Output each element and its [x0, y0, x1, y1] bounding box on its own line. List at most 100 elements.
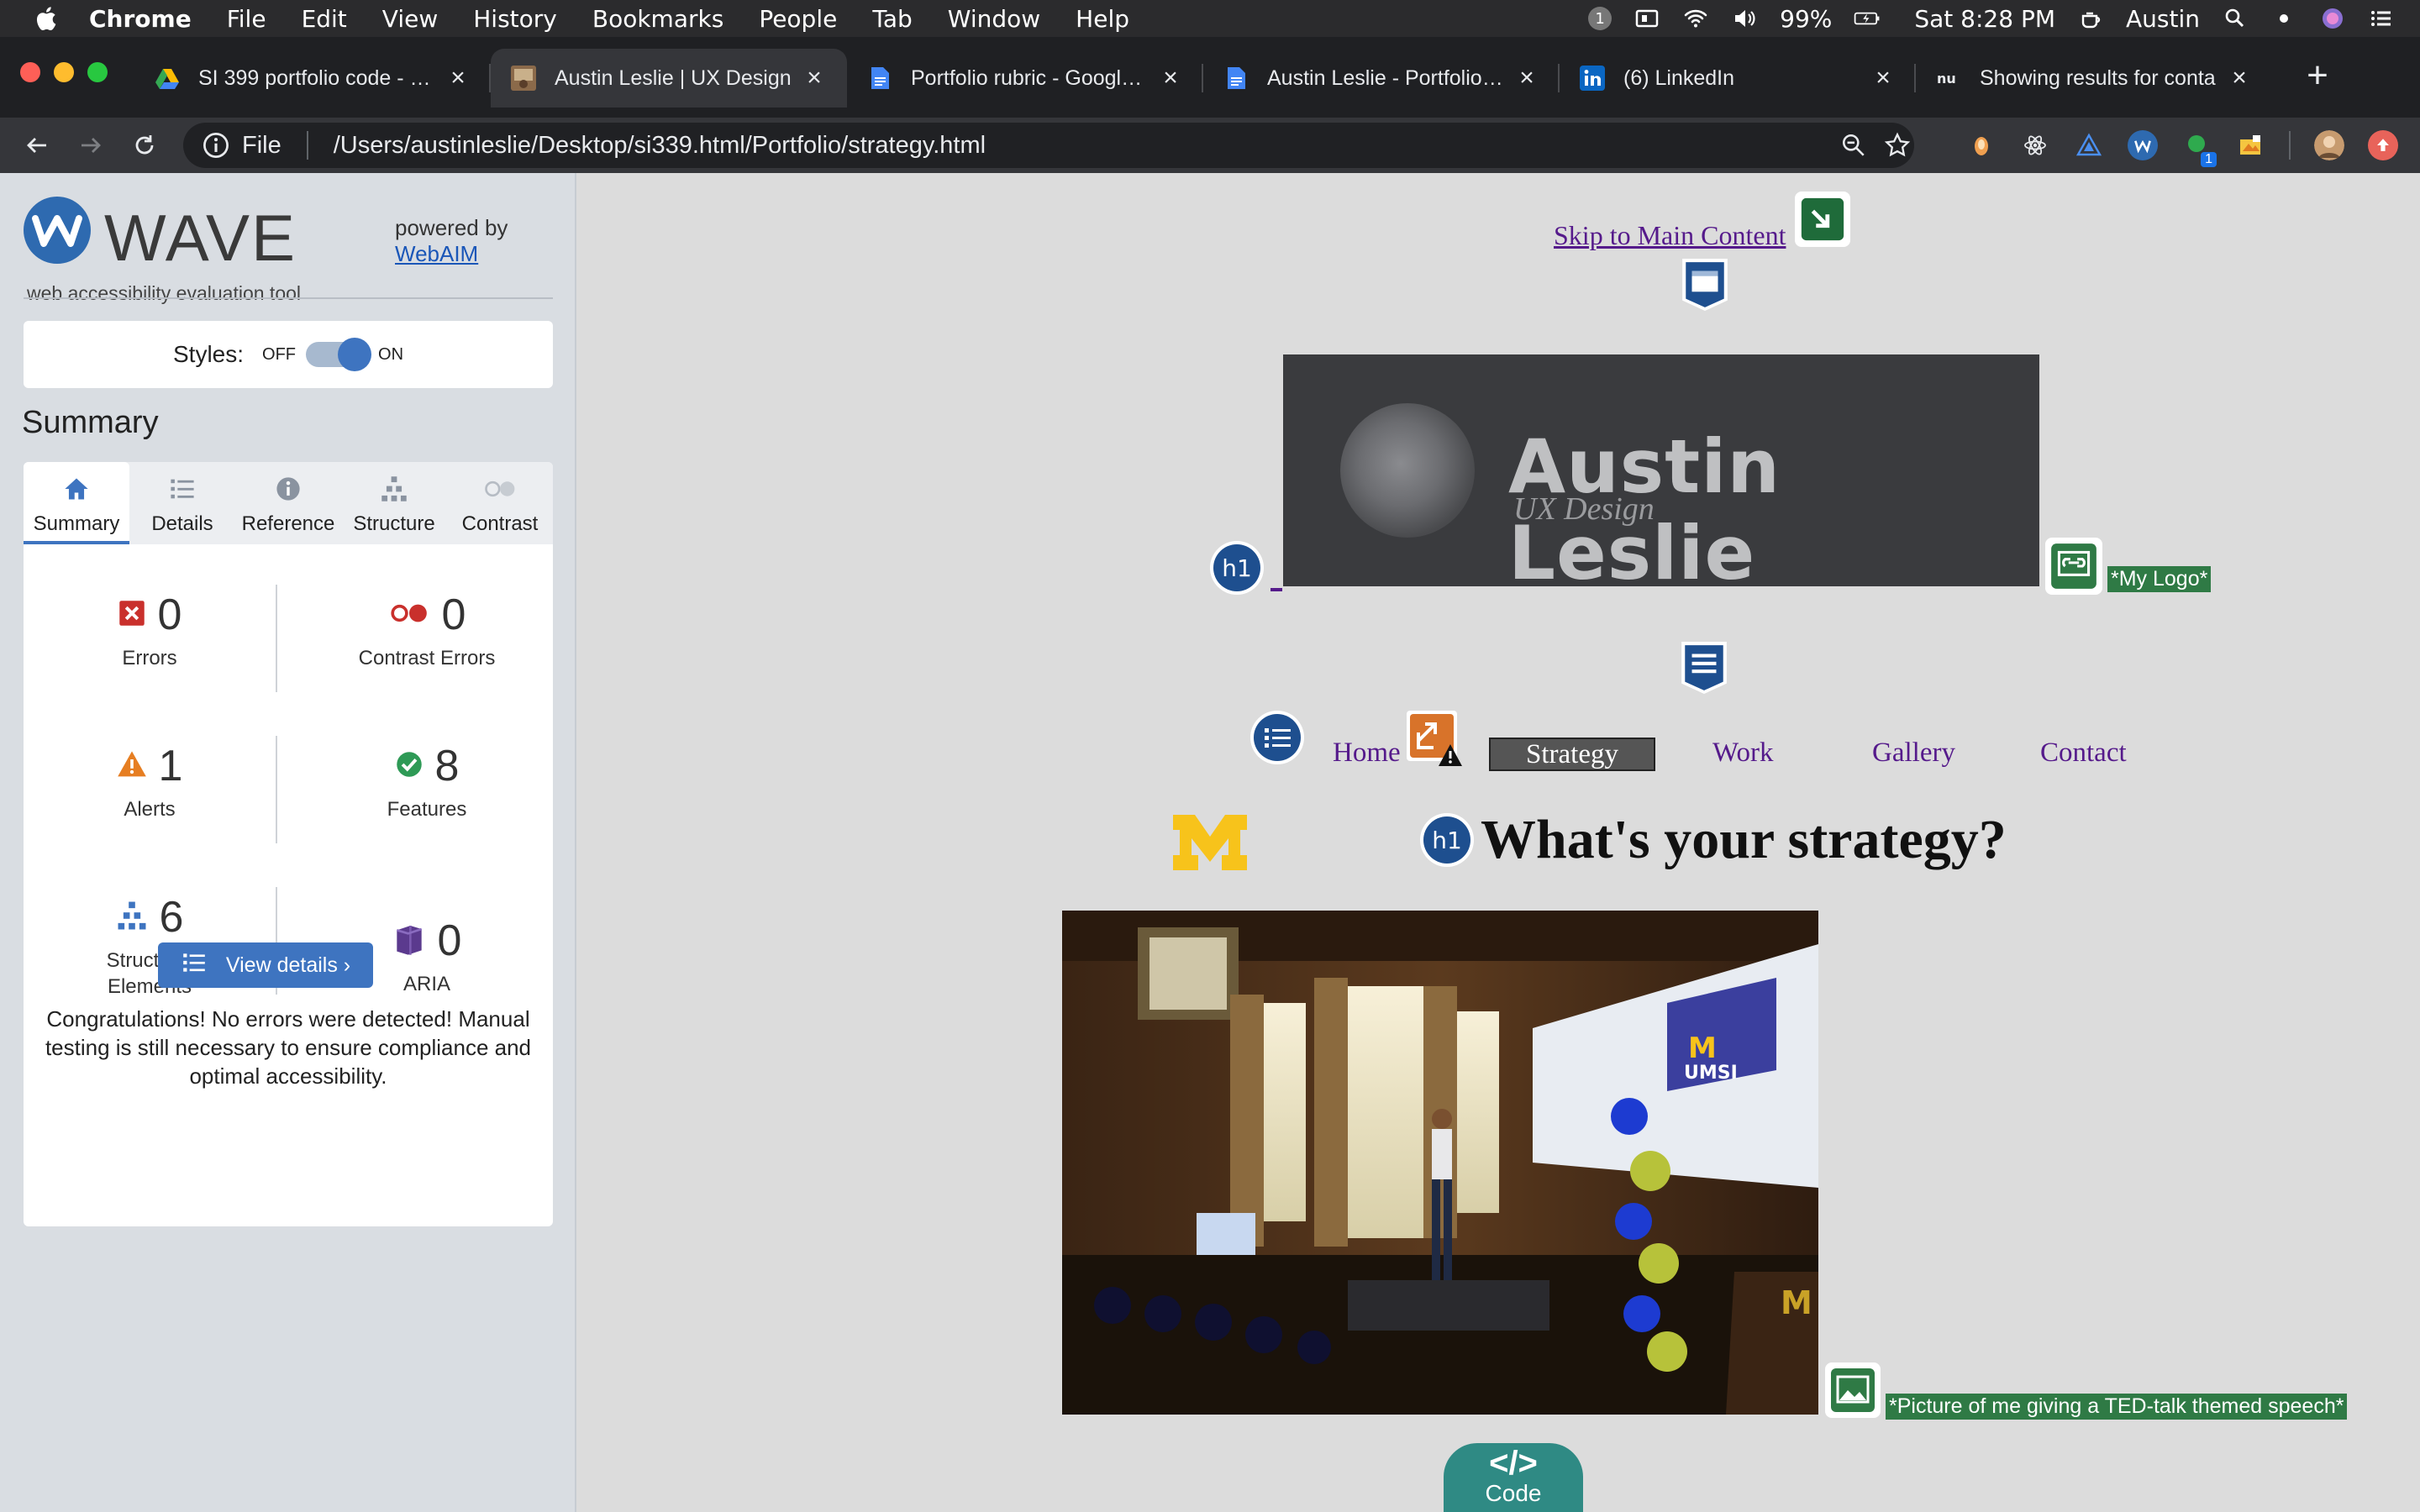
spotlight-search-icon[interactable] — [2222, 5, 2249, 32]
menu-view[interactable]: View — [382, 5, 438, 33]
address-bar[interactable]: File /Users/austinleslie/Desktop/si339.h… — [183, 123, 1914, 168]
structure-icon — [116, 900, 148, 936]
menu-people[interactable]: People — [759, 5, 837, 33]
menu-help[interactable]: Help — [1076, 5, 1129, 33]
wave-h1-icon[interactable]: h1 — [1418, 811, 1476, 869]
back-button[interactable] — [13, 122, 60, 169]
code-label: Code — [1485, 1480, 1542, 1506]
search-results-icon: nu — [1936, 66, 1961, 91]
extension-triangle-icon[interactable] — [2074, 130, 2104, 160]
apple-icon[interactable] — [34, 5, 57, 32]
siri-icon[interactable] — [2319, 5, 2346, 32]
close-tab-icon[interactable]: × — [1870, 64, 1896, 92]
wave-unordered-list-icon[interactable] — [1249, 709, 1306, 766]
battery-percent: 99% — [1780, 4, 1833, 33]
tab-austin-leslie-ux-design[interactable]: Austin Leslie | UX Design × — [491, 49, 847, 108]
nav-link-strategy-current[interactable]: Strategy — [1489, 738, 1655, 771]
wave-extension-icon[interactable] — [2128, 130, 2158, 160]
wave-sidebar: WAVE web accessibility evaluation tool p… — [0, 173, 576, 1512]
menu-bookmarks[interactable]: Bookmarks — [592, 5, 723, 33]
tab-portfolio-doc[interactable]: Austin Leslie - Portfolio do × — [1203, 49, 1560, 108]
new-tab-button[interactable]: + — [2294, 52, 2341, 99]
view-details-button[interactable]: View details › — [158, 942, 373, 988]
status-dot-icon[interactable] — [2270, 5, 2297, 32]
menu-file[interactable]: File — [227, 5, 266, 33]
tab-reference[interactable]: Reference — [235, 462, 341, 544]
styles-toggle[interactable] — [306, 338, 372, 371]
nav-link-home[interactable]: Home — [1333, 738, 1401, 769]
close-tab-icon[interactable]: × — [2227, 64, 2252, 92]
close-tab-icon[interactable]: × — [445, 64, 471, 92]
close-tab-icon[interactable]: × — [802, 64, 827, 92]
teapot-user-icon[interactable] — [2077, 5, 2104, 32]
menu-history[interactable]: History — [473, 5, 557, 33]
styles-label: Styles: — [172, 341, 245, 367]
menu-tab[interactable]: Tab — [872, 5, 912, 33]
nav-link-contact[interactable]: Contact — [2040, 738, 2127, 769]
contrast-errors-stat[interactable]: 0 Contrast Errors — [301, 590, 553, 671]
forward-button[interactable] — [67, 122, 114, 169]
bookmark-star-icon[interactable] — [1884, 132, 1911, 159]
extension-react-icon[interactable] — [2020, 130, 2050, 160]
features-stat[interactable]: 8 Features — [301, 741, 553, 822]
tab-portfolio-rubric[interactable]: Portfolio rubric - Google D × — [847, 49, 1203, 108]
menu-window[interactable]: Window — [948, 5, 1040, 33]
wave-code-toggle-button[interactable]: </> Code — [1444, 1443, 1583, 1512]
page-favicon-icon — [511, 66, 536, 91]
wave-tagline: web accessibility evaluation tool — [27, 282, 302, 304]
webaim-link[interactable]: WebAIM — [395, 241, 508, 267]
tab-search-results[interactable]: nu Showing results for conta × — [1916, 49, 2272, 108]
errors-stat[interactable]: 0 Errors — [24, 590, 276, 671]
wave-skip-link-icon[interactable] — [1795, 192, 1850, 247]
wave-h1-icon[interactable]: h1 — [1208, 539, 1265, 596]
close-window-button[interactable] — [20, 62, 40, 82]
skip-to-main-link[interactable]: Skip to Main Content — [1554, 220, 1786, 251]
aria-cube-icon — [392, 922, 426, 960]
close-tab-icon[interactable]: × — [1158, 64, 1183, 92]
wave-logo-icon — [24, 197, 91, 264]
wave-redundant-link-alert-icon[interactable] — [1403, 707, 1465, 769]
extension-shapes-icon[interactable] — [2235, 130, 2265, 160]
menubar-clock[interactable]: Sat 8:28 PM — [1914, 5, 2055, 33]
zoom-window-button[interactable] — [87, 62, 108, 82]
tab-contrast[interactable]: Contrast — [447, 462, 553, 544]
extension-orange-icon[interactable] — [1966, 130, 1996, 160]
notification-count-badge[interactable]: 1 — [1588, 7, 1612, 30]
reload-button[interactable] — [121, 122, 168, 169]
site-info-icon[interactable] — [202, 131, 230, 160]
menu-app-chrome[interactable]: Chrome — [89, 5, 192, 33]
volume-icon[interactable] — [1731, 5, 1758, 32]
tab-linkedin[interactable]: (6) LinkedIn × — [1560, 49, 1916, 108]
wave-image-alt-icon[interactable] — [1825, 1362, 1881, 1418]
google-docs-icon — [867, 66, 892, 91]
extension-green-icon[interactable]: 1 — [2181, 130, 2217, 167]
tab-si399-portfolio-code[interactable]: SI 399 portfolio code - Go × — [134, 49, 491, 108]
wave-nav-region-icon[interactable] — [1676, 637, 1733, 697]
battery-charging-icon[interactable] — [1854, 5, 1881, 32]
speech-photo[interactable]: M UMSI M — [1062, 911, 1818, 1415]
chrome-update-icon[interactable] — [2368, 130, 2398, 160]
styles-on-label: ON — [378, 344, 404, 364]
url-text[interactable]: /Users/austinleslie/Desktop/si339.html/P… — [334, 132, 986, 160]
nav-link-work[interactable]: Work — [1712, 738, 1774, 769]
menubar-user-name[interactable]: Austin — [2126, 5, 2200, 33]
site-logo-image[interactable]: Austin Leslie UX Design — [1283, 354, 2039, 586]
nav-link-gallery[interactable]: Gallery — [1872, 738, 1955, 769]
alerts-stat[interactable]: 1 Alerts — [24, 741, 276, 822]
tab-details[interactable]: Details — [129, 462, 235, 544]
wave-header-region-icon[interactable] — [1677, 254, 1733, 314]
wave-linked-image-icon[interactable] — [2045, 538, 2102, 595]
extension-count-badge: 1 — [2201, 152, 2217, 167]
minimize-window-button[interactable] — [54, 62, 74, 82]
tab-summary[interactable]: Summary — [24, 462, 129, 544]
close-tab-icon[interactable]: × — [1514, 64, 1539, 92]
tab-label: Details — [151, 512, 213, 535]
tab-structure[interactable]: Structure — [341, 462, 447, 544]
wifi-icon[interactable] — [1682, 5, 1709, 32]
notification-center-icon[interactable] — [2368, 5, 2395, 32]
profile-avatar[interactable] — [2314, 130, 2344, 160]
screen-mirror-icon[interactable] — [1634, 5, 1660, 32]
zoom-icon[interactable] — [1840, 132, 1867, 159]
svg-text:M: M — [1688, 1032, 1717, 1065]
menu-edit[interactable]: Edit — [302, 5, 347, 33]
